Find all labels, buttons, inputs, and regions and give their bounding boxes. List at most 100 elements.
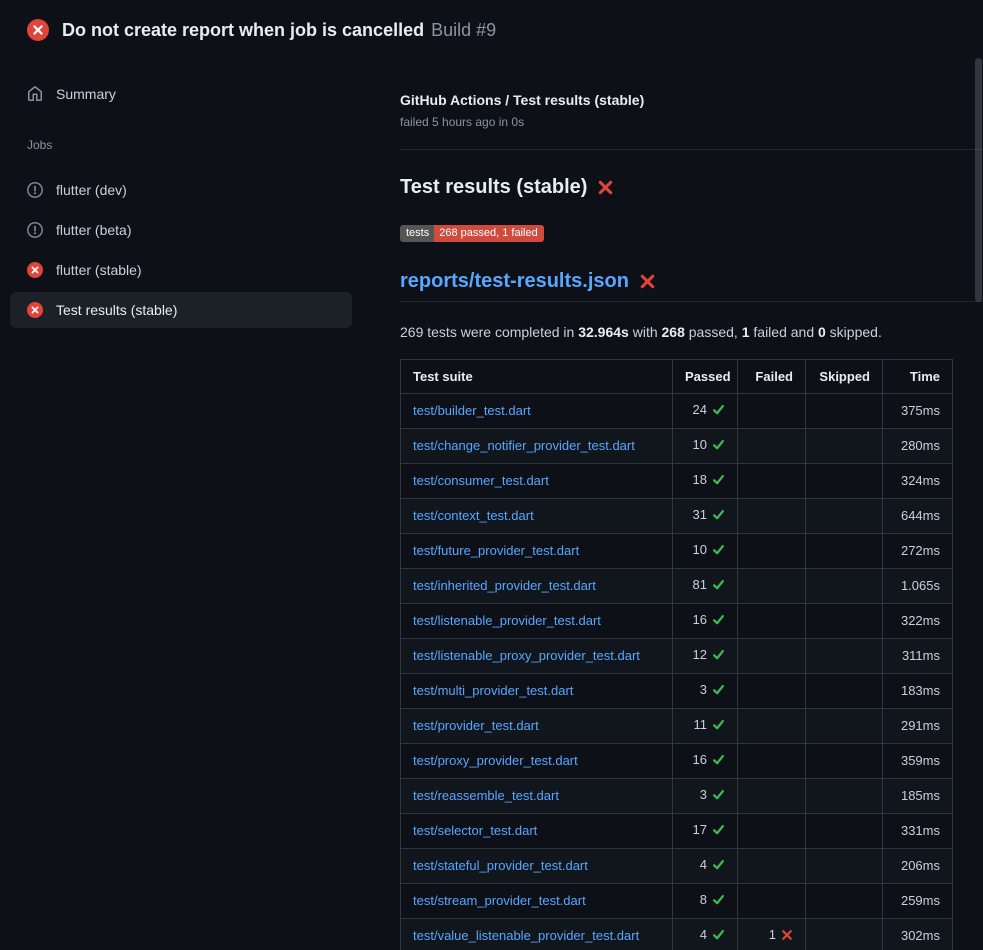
failed-cell bbox=[738, 814, 806, 849]
jobs-list: flutter (dev) flutter (beta) flutter (stab… bbox=[10, 172, 352, 328]
suite-cell: test/listenable_proxy_provider_test.dart bbox=[401, 639, 673, 674]
suite-cell: test/change_notifier_provider_test.dart bbox=[401, 429, 673, 464]
time-cell: 644ms bbox=[883, 499, 953, 534]
check-icon bbox=[712, 508, 725, 525]
passed-cell: 3 bbox=[673, 779, 738, 814]
home-icon bbox=[27, 86, 43, 102]
failed-cell bbox=[738, 464, 806, 499]
skipped-cell bbox=[806, 744, 883, 779]
suite-cell: test/future_provider_test.dart bbox=[401, 534, 673, 569]
table-row: test/provider_test.dart11291ms bbox=[401, 709, 953, 744]
suite-link[interactable]: test/inherited_provider_test.dart bbox=[413, 578, 596, 593]
time-cell: 272ms bbox=[883, 534, 953, 569]
sidebar-item-flutter-dev[interactable]: flutter (dev) bbox=[10, 172, 352, 208]
check-icon bbox=[712, 613, 725, 630]
passed-cell: 81 bbox=[673, 569, 738, 604]
suite-cell: test/value_listenable_provider_test.dart bbox=[401, 919, 673, 950]
page-title: Do not create report when job is cancell… bbox=[62, 20, 424, 40]
suite-link[interactable]: test/listenable_proxy_provider_test.dart bbox=[413, 648, 640, 663]
suite-link[interactable]: test/value_listenable_provider_test.dart bbox=[413, 928, 639, 943]
failed-cell bbox=[738, 709, 806, 744]
table-row: test/stateful_provider_test.dart 4 206ms bbox=[401, 849, 953, 884]
suite-link[interactable]: test/future_provider_test.dart bbox=[413, 543, 579, 558]
tests-badge: tests268 passed, 1 failed bbox=[400, 225, 544, 242]
table-row: test/selector_test.dart 17 331ms bbox=[401, 814, 953, 849]
failed-x-icon bbox=[597, 179, 614, 196]
sidebar-item-flutter-stable[interactable]: flutter (stable) bbox=[10, 252, 352, 288]
suite-link[interactable]: test/provider_test.dart bbox=[413, 718, 539, 733]
results-table-head-row: Test suitePassedFailedSkippedTime bbox=[401, 360, 953, 394]
suite-cell: test/inherited_provider_test.dart bbox=[401, 569, 673, 604]
suite-cell: test/context_test.dart bbox=[401, 499, 673, 534]
failed-x-icon bbox=[639, 273, 656, 290]
suite-link[interactable]: test/multi_provider_test.dart bbox=[413, 683, 573, 698]
time-cell: 324ms bbox=[883, 464, 953, 499]
skipped-cell bbox=[806, 849, 883, 884]
passed-cell: 17 bbox=[673, 814, 738, 849]
report-title: reports/test-results.json bbox=[400, 270, 983, 302]
passed-cell: 12 bbox=[673, 639, 738, 674]
sidebar: Summary Jobs flutter (dev) flutter (beta)… bbox=[0, 56, 400, 332]
scrollbar-thumb[interactable] bbox=[975, 58, 982, 302]
table-row: test/value_listenable_provider_test.dart… bbox=[401, 919, 953, 950]
table-row: test/context_test.dart31644ms bbox=[401, 499, 953, 534]
time-cell: 311ms bbox=[883, 639, 953, 674]
sidebar-item-test-results-stable[interactable]: Test results (stable) bbox=[10, 292, 352, 328]
table-row: test/stream_provider_test.dart8259ms bbox=[401, 884, 953, 919]
x-circle-icon bbox=[27, 302, 43, 318]
suite-cell: test/builder_test.dart bbox=[401, 394, 673, 429]
job-label: flutter (dev) bbox=[56, 182, 127, 198]
skipped-cell bbox=[806, 884, 883, 919]
time-cell: 291ms bbox=[883, 709, 953, 744]
skipped-cell bbox=[806, 709, 883, 744]
jobs-section-label: Jobs bbox=[10, 138, 352, 152]
failed-cell bbox=[738, 534, 806, 569]
x-circle-icon bbox=[27, 262, 43, 278]
table-row: test/proxy_provider_test.dart16359ms bbox=[401, 744, 953, 779]
check-icon bbox=[712, 753, 725, 770]
check-icon bbox=[712, 928, 725, 945]
failed-cell: 1 bbox=[738, 919, 806, 950]
skipped-cell bbox=[806, 639, 883, 674]
failed-cell bbox=[738, 604, 806, 639]
failed-cell bbox=[738, 674, 806, 709]
suite-link[interactable]: test/stateful_provider_test.dart bbox=[413, 858, 588, 873]
check-icon bbox=[712, 893, 725, 910]
failed-cell bbox=[738, 744, 806, 779]
time-cell: 331ms bbox=[883, 814, 953, 849]
check-icon bbox=[712, 403, 725, 420]
table-row: test/change_notifier_provider_test.dart1… bbox=[401, 429, 953, 464]
passed-cell: 16 bbox=[673, 604, 738, 639]
suite-link[interactable]: test/consumer_test.dart bbox=[413, 473, 549, 488]
results-table-body: test/builder_test.dart24375mstest/change… bbox=[401, 394, 953, 950]
report-link[interactable]: reports/test-results.json bbox=[400, 270, 629, 293]
failed-cell bbox=[738, 394, 806, 429]
job-label: flutter (beta) bbox=[56, 222, 131, 238]
suite-link[interactable]: test/listenable_provider_test.dart bbox=[413, 613, 601, 628]
time-cell: 206ms bbox=[883, 849, 953, 884]
suite-link[interactable]: test/proxy_provider_test.dart bbox=[413, 753, 578, 768]
suite-link[interactable]: test/context_test.dart bbox=[413, 508, 534, 523]
passed-cell: 4 bbox=[673, 849, 738, 884]
sidebar-item-summary[interactable]: Summary bbox=[10, 76, 352, 112]
suite-link[interactable]: test/reassemble_test.dart bbox=[413, 788, 559, 803]
suite-cell: test/proxy_provider_test.dart bbox=[401, 744, 673, 779]
time-cell: 302ms bbox=[883, 919, 953, 950]
passed-cell: 3 bbox=[673, 674, 738, 709]
section-title: Test results (stable) bbox=[400, 176, 983, 199]
suite-link[interactable]: test/builder_test.dart bbox=[413, 403, 531, 418]
time-cell: 375ms bbox=[883, 394, 953, 429]
skipped-cell bbox=[806, 674, 883, 709]
skipped-cell bbox=[806, 534, 883, 569]
table-row: test/future_provider_test.dart10272ms bbox=[401, 534, 953, 569]
suite-cell: test/selector_test.dart bbox=[401, 814, 673, 849]
suite-link[interactable]: test/change_notifier_provider_test.dart bbox=[413, 438, 635, 453]
check-icon bbox=[712, 473, 725, 490]
suite-link[interactable]: test/stream_provider_test.dart bbox=[413, 893, 586, 908]
suite-link[interactable]: test/selector_test.dart bbox=[413, 823, 537, 838]
check-icon bbox=[712, 578, 725, 595]
failed-status-icon bbox=[27, 19, 49, 41]
suite-cell: test/provider_test.dart bbox=[401, 709, 673, 744]
sidebar-item-flutter-beta[interactable]: flutter (beta) bbox=[10, 212, 352, 248]
suite-cell: test/multi_provider_test.dart bbox=[401, 674, 673, 709]
